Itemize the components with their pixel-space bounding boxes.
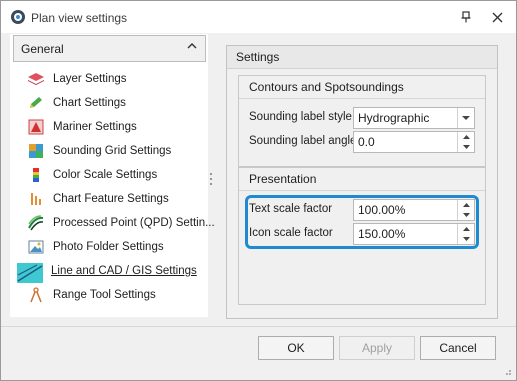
spin-up-icon[interactable] (458, 132, 474, 142)
sidebar-item-label: Chart Settings (53, 97, 126, 109)
sidebar-item-label: Photo Folder Settings (53, 241, 164, 253)
footer-divider (1, 326, 516, 327)
presentation-group-title: Presentation (249, 172, 317, 186)
layers-icon (27, 71, 45, 87)
pin-icon (461, 11, 471, 23)
processed-point-icon (27, 215, 45, 231)
chevron-up-icon (187, 41, 197, 54)
contours-group-header: Contours and Spotsoundings (239, 76, 485, 99)
plan-view-settings-window: Plan view settings General Layer Setting… (0, 0, 517, 381)
settings-group: Settings Contours and Spotsoundings Soun… (226, 45, 498, 319)
sidebar-item-line-cad-gis-settings[interactable]: Line and CAD / GIS Settings (17, 260, 202, 283)
sidebar-item-label: Layer Settings (53, 73, 127, 85)
settings-group-title: Settings (236, 50, 280, 64)
chart-pen-icon (27, 95, 45, 111)
sidebar-item-layer-settings[interactable]: Layer Settings (17, 68, 202, 90)
sidebar-item-sounding-grid-settings[interactable]: Sounding Grid Settings (17, 140, 202, 162)
chevron-down-icon (462, 116, 470, 120)
resize-grip-icon[interactable] (502, 366, 512, 376)
window-title: Plan view settings (31, 11, 128, 25)
sidebar-item-label: Range Tool Settings (53, 289, 156, 301)
mariner-icon (27, 119, 45, 135)
color-scale-icon (27, 167, 45, 183)
close-icon (492, 12, 502, 22)
sidebar-item-label: Color Scale Settings (53, 169, 158, 181)
sounding-label-style-label: Sounding label style (249, 111, 352, 123)
sidebar-item-mariner-settings[interactable]: Mariner Settings (17, 116, 202, 138)
sidebar-item-chart-feature-settings[interactable]: Chart Feature Settings (17, 188, 202, 210)
sounding-label-style-combo[interactable]: Hydrographic (353, 107, 475, 129)
photo-folder-icon (27, 239, 45, 255)
sidebar-item-label: Chart Feature Settings (53, 193, 169, 205)
sounding-label-style-value: Hydrographic (358, 111, 430, 125)
spin-buttons[interactable] (457, 132, 474, 152)
combo-dropdown-button[interactable] (457, 108, 474, 128)
pane-splitter-grip[interactable] (209, 173, 213, 191)
sidebar-item-processed-point-settings[interactable]: Processed Point (QPD) Settin... (17, 212, 215, 234)
sidebar-item-label: Mariner Settings (53, 121, 137, 133)
general-group-label: General (21, 42, 64, 56)
sidebar-item-color-scale-settings[interactable]: Color Scale Settings (17, 164, 202, 186)
contours-group: Contours and Spotsoundings Sounding labe… (238, 75, 486, 167)
sounding-label-angle-label: Sounding label angle (249, 135, 357, 147)
settings-navigation: General Layer Settings Chart Settings Ma… (10, 34, 215, 317)
ok-button[interactable]: OK (258, 336, 334, 360)
pin-button[interactable] (456, 7, 476, 27)
app-icon (11, 10, 25, 24)
focus-highlight-outline (245, 195, 479, 249)
general-group-header[interactable]: General (13, 35, 206, 62)
title-bar: Plan view settings (1, 1, 516, 33)
chart-feature-icon (27, 191, 45, 207)
sidebar-item-label: Sounding Grid Settings (53, 145, 172, 157)
sounding-grid-icon (27, 143, 45, 159)
sidebar-item-chart-settings[interactable]: Chart Settings (17, 92, 202, 114)
sidebar-item-label: Line and CAD / GIS Settings (51, 265, 197, 277)
apply-button[interactable]: Apply (339, 336, 415, 360)
contours-group-title: Contours and Spotsoundings (249, 80, 404, 94)
range-tool-icon (27, 287, 45, 303)
spin-down-icon[interactable] (458, 142, 474, 152)
sidebar-item-photo-folder-settings[interactable]: Photo Folder Settings (17, 236, 202, 258)
sidebar-item-label: Processed Point (QPD) Settin... (53, 217, 215, 229)
settings-group-header: Settings (227, 46, 497, 69)
cancel-button[interactable]: Cancel (420, 336, 496, 360)
sounding-label-angle-spinbox[interactable]: 0.0 (353, 131, 475, 153)
close-button[interactable] (487, 7, 507, 27)
presentation-group-header: Presentation (239, 168, 485, 191)
sounding-label-angle-value: 0.0 (358, 135, 375, 149)
line-cad-icon (17, 263, 43, 283)
sidebar-item-range-tool-settings[interactable]: Range Tool Settings (17, 284, 202, 306)
